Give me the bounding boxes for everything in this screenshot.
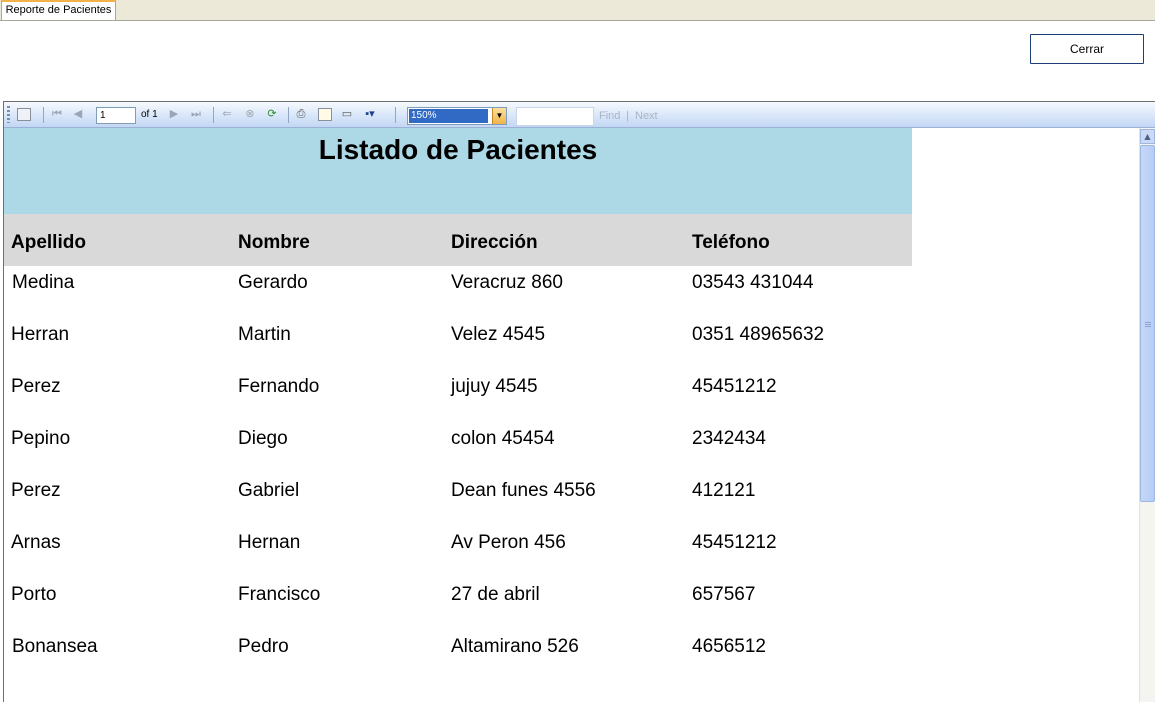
cell-direccion: Veracruz 860 (451, 272, 563, 293)
toolbar-grip[interactable] (7, 106, 10, 123)
cell-direccion: jujuy 4545 (451, 376, 538, 397)
zoom-value: 150% (409, 109, 488, 123)
scrollbar-grip (1145, 322, 1151, 328)
report-title-band: Listado de Pacientes (4, 128, 912, 214)
cell-telefono: 4656512 (692, 636, 766, 657)
cell-telefono: 03543 431044 (692, 272, 814, 293)
column-header-row: Apellido Nombre Dirección Teléfono (4, 214, 912, 266)
vertical-scrollbar[interactable]: ▲ (1139, 128, 1155, 702)
cell-nombre: Francisco (238, 584, 321, 605)
toolbar-separator (288, 107, 289, 123)
cell-nombre: Pedro (238, 636, 289, 657)
toolbar-separator (395, 107, 396, 123)
scrollbar-thumb[interactable] (1140, 145, 1155, 502)
cell-telefono: 2342434 (692, 428, 766, 449)
export-save-icon[interactable]: ▪▾ (363, 107, 377, 122)
cell-nombre: Gerardo (238, 272, 308, 293)
cell-direccion: Velez 4545 (451, 324, 546, 345)
cell-nombre: Diego (238, 428, 288, 449)
next-link[interactable]: Next (635, 110, 658, 122)
cell-nombre: Martin (238, 324, 291, 345)
cell-telefono: 657567 (692, 584, 756, 605)
cell-apellido: Bonansea (12, 636, 98, 657)
document-tab-strip: Reporte de Pacientes (0, 0, 1155, 21)
cell-telefono: 412121 (692, 480, 756, 501)
report-viewer: ⏮ ◀ of 1 ▶ ⏭ ⇐ ⊗ ⟳ ⎙ ▭ ▪▾ 150% ▼ Find | … (3, 101, 1155, 702)
column-header-direccion: Dirección (451, 232, 538, 253)
close-button[interactable]: Cerrar (1030, 34, 1144, 64)
toolbar-separator (213, 107, 214, 123)
cell-apellido: Pepino (11, 428, 71, 449)
chevron-down-icon[interactable]: ▼ (492, 108, 506, 124)
toolbar-separator (43, 107, 44, 123)
page-number-input[interactable] (96, 107, 136, 124)
stop-icon[interactable]: ⊗ (243, 107, 257, 122)
cell-telefono: 45451212 (692, 376, 777, 397)
column-header-nombre: Nombre (238, 232, 310, 253)
back-icon[interactable]: ⇐ (220, 107, 234, 122)
previous-page-icon[interactable]: ◀ (71, 107, 85, 122)
tab-reporte-de-pacientes[interactable]: Reporte de Pacientes (1, 0, 116, 20)
zoom-select[interactable]: 150% ▼ (407, 107, 507, 125)
cell-telefono: 45451212 (692, 532, 777, 553)
cell-direccion: Altamirano 526 (451, 636, 579, 657)
find-link[interactable]: Find (599, 110, 620, 122)
cell-direccion: 27 de abril (451, 584, 540, 605)
cell-telefono: 0351 48965632 (692, 324, 825, 345)
page-setup-icon[interactable]: ▭ (340, 107, 354, 122)
cell-apellido: Herran (11, 324, 70, 345)
document-map-icon[interactable] (17, 108, 31, 121)
print-icon[interactable]: ⎙ (294, 107, 308, 122)
next-page-icon[interactable]: ▶ (167, 107, 181, 122)
cell-apellido: Perez (11, 376, 61, 397)
find-text-input[interactable] (516, 107, 594, 126)
first-page-icon[interactable]: ⏮ (50, 107, 64, 122)
cell-apellido: Porto (11, 584, 57, 605)
column-header-apellido: Apellido (11, 232, 86, 253)
last-page-icon[interactable]: ⏭ (189, 107, 203, 122)
cell-apellido: Medina (12, 272, 75, 293)
cell-nombre: Fernando (238, 376, 320, 397)
cell-nombre: Gabriel (238, 480, 300, 501)
report-title: Listado de Pacientes (318, 134, 598, 165)
scroll-up-arrow-icon[interactable]: ▲ (1140, 129, 1155, 144)
cell-direccion: Dean funes 4556 (451, 480, 596, 501)
cell-direccion: Av Peron 456 (451, 532, 566, 553)
cell-apellido: Perez (11, 480, 61, 501)
find-separator: | (626, 110, 629, 122)
report-toolbar: ⏮ ◀ of 1 ▶ ⏭ ⇐ ⊗ ⟳ ⎙ ▭ ▪▾ 150% ▼ Find | … (4, 102, 1155, 128)
page-count-label: of 1 (141, 109, 158, 120)
print-layout-icon[interactable] (318, 108, 332, 121)
column-header-telefono: Teléfono (692, 232, 770, 253)
cell-nombre: Hernan (238, 532, 301, 553)
cell-apellido: Arnas (11, 532, 61, 553)
report-page: Listado de Pacientes Apellido Nombre Dir… (4, 128, 1138, 702)
refresh-icon[interactable]: ⟳ (265, 107, 279, 122)
cell-direccion: colon 45454 (451, 428, 555, 449)
